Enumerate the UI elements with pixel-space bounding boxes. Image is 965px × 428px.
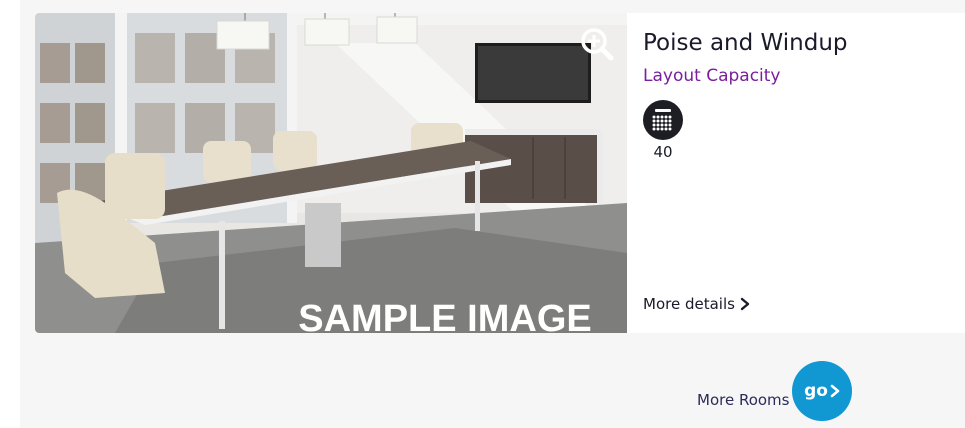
- more-details-link[interactable]: More details: [643, 295, 751, 313]
- room-photo[interactable]: SAMPLE IMAGE: [35, 13, 627, 333]
- go-button-label: go: [804, 381, 828, 401]
- chevron-right-icon: [830, 384, 840, 398]
- layout-capacity-heading: Layout Capacity: [643, 66, 781, 86]
- watermark-text: SAMPLE IMAGE: [298, 298, 591, 333]
- zoom-icon[interactable]: [578, 25, 616, 63]
- go-button[interactable]: go: [792, 361, 852, 421]
- theatre-seating-icon: [643, 100, 683, 140]
- more-rooms-label[interactable]: More Rooms: [697, 391, 789, 409]
- room-card: SAMPLE IMAGE Poise and Windup Layout Cap…: [35, 13, 965, 333]
- room-info: Poise and Windup Layout Capacity 40 More…: [643, 13, 963, 333]
- chevron-right-icon: [740, 297, 750, 311]
- layout-capacity-value: 40: [653, 143, 673, 161]
- room-title: Poise and Windup: [643, 30, 848, 56]
- more-details-label: More details: [643, 295, 735, 313]
